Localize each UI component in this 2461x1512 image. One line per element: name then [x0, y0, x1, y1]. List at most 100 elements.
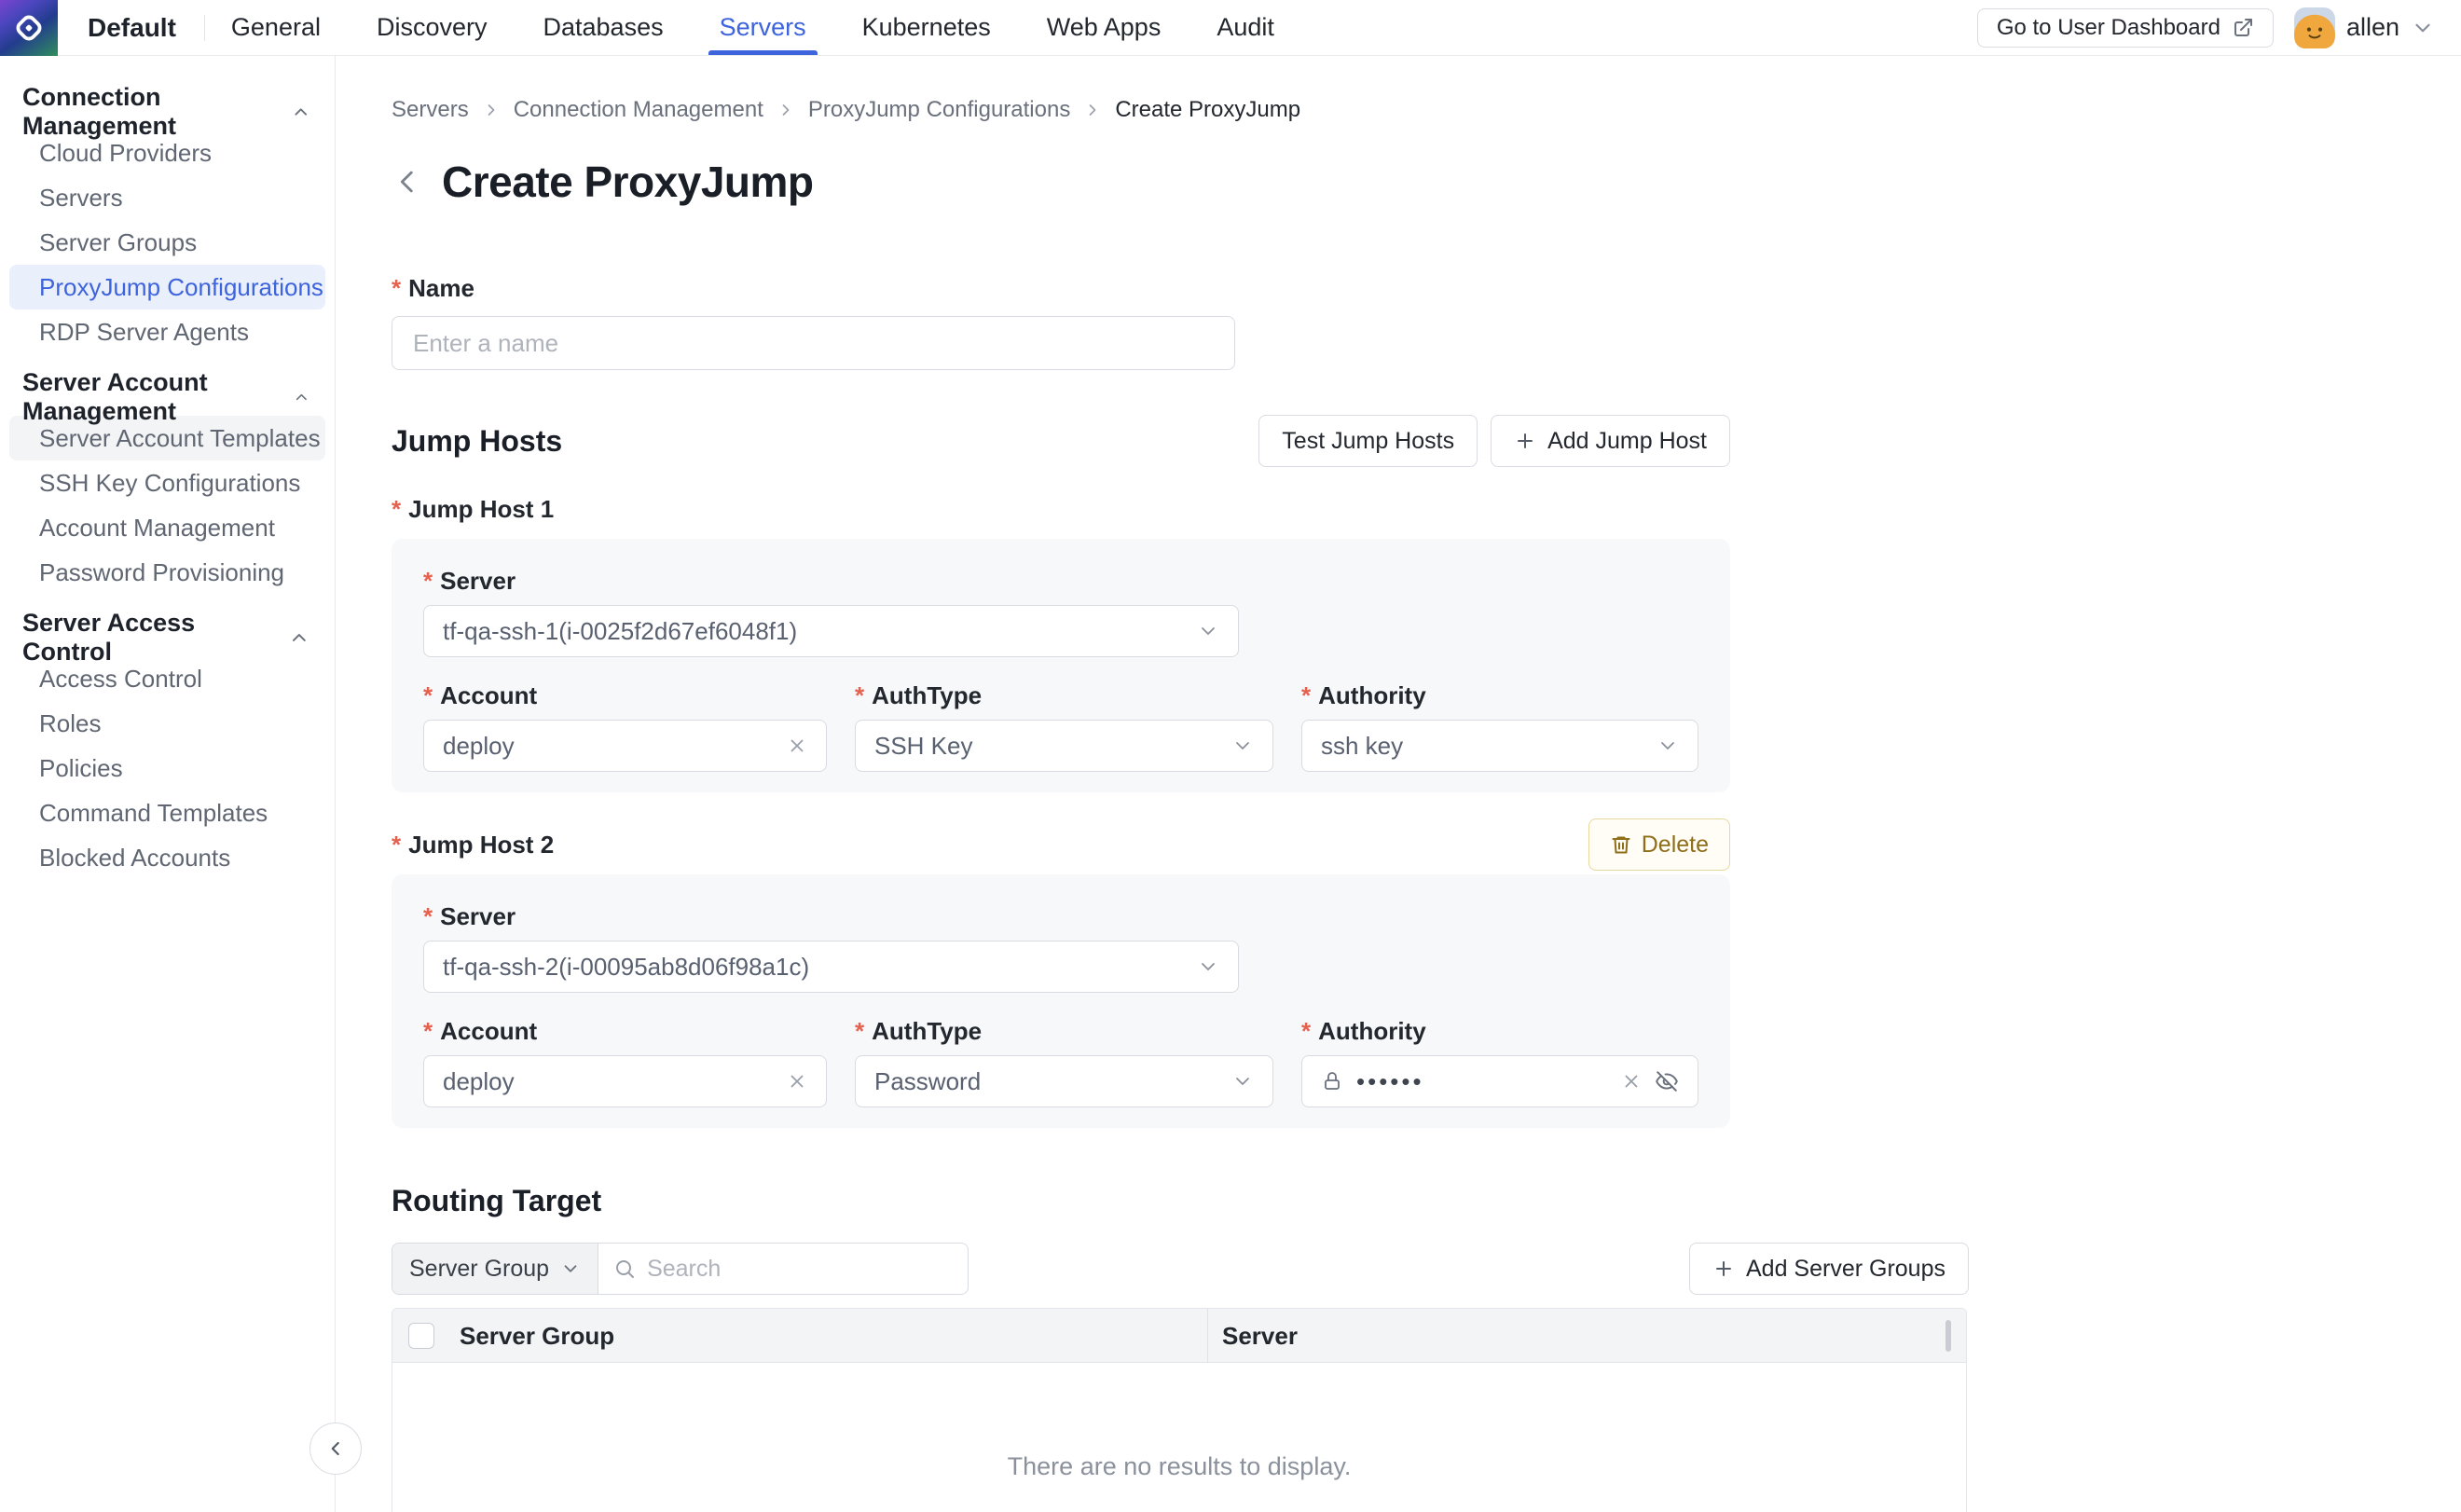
- chevron-right-icon: [482, 101, 501, 119]
- delete-jump-host-2-button[interactable]: Delete: [1588, 818, 1730, 871]
- required-marker: *: [423, 902, 433, 931]
- nav-item-kubernetes[interactable]: Kubernetes: [862, 0, 991, 55]
- jump-host-2-fields: * Account deploy * AuthType: [423, 1017, 1698, 1107]
- required-marker: *: [855, 681, 864, 710]
- name-input[interactable]: [392, 316, 1235, 370]
- column-header-server: Server: [1222, 1309, 1298, 1363]
- chevron-down-icon: [560, 1258, 581, 1279]
- x-icon: [787, 1071, 807, 1092]
- org-switcher[interactable]: Default: [88, 13, 176, 43]
- back-button[interactable]: [392, 166, 423, 198]
- clear-account-button[interactable]: [787, 1071, 807, 1092]
- add-server-groups-button[interactable]: Add Server Groups: [1689, 1243, 1969, 1295]
- x-icon: [1621, 1071, 1642, 1092]
- authority-password-input[interactable]: ••••••: [1301, 1055, 1698, 1107]
- routing-search-combo: Server Group: [392, 1243, 969, 1295]
- search-box: [598, 1244, 968, 1294]
- sidebar-header-server-account-management[interactable]: Server Account Management: [0, 378, 335, 416]
- jump-hosts-heading: Jump Hosts: [392, 424, 562, 459]
- server-select-value: tf-qa-ssh-1(i-0025f2d67ef6048f1): [443, 617, 1197, 646]
- required-marker: *: [1301, 1017, 1311, 1046]
- sidebar-section-title: Connection Management: [22, 83, 291, 141]
- sidebar-item-proxyjump-configurations[interactable]: ProxyJump Configurations: [9, 265, 325, 309]
- clear-account-button[interactable]: [787, 735, 807, 756]
- authtype-select[interactable]: SSH Key: [855, 720, 1273, 772]
- breadcrumb-servers[interactable]: Servers: [392, 97, 469, 123]
- user-avatar: [2294, 7, 2335, 48]
- sidebar-item-roles[interactable]: Roles: [9, 701, 325, 746]
- external-link-icon: [2232, 17, 2254, 39]
- sidebar-item-command-templates[interactable]: Command Templates: [9, 790, 325, 835]
- chevron-right-icon: [1083, 101, 1102, 119]
- jump-host-1-label: * Jump Host 1: [392, 495, 554, 524]
- chevron-down-icon: [1231, 1070, 1254, 1093]
- trash-icon: [1610, 833, 1632, 856]
- sidebar-item-policies[interactable]: Policies: [9, 746, 325, 790]
- sidebar-item-servers[interactable]: Servers: [9, 175, 325, 220]
- select-all-checkbox[interactable]: [408, 1323, 434, 1349]
- authority-label-text: Authority: [1318, 681, 1426, 710]
- jump-host-1-label-row: * Jump Host 1: [392, 495, 1730, 524]
- add-jump-host-button[interactable]: Add Jump Host: [1491, 415, 1730, 467]
- primary-nav: General Discovery Databases Servers Kube…: [231, 0, 1274, 55]
- test-jump-hosts-button[interactable]: Test Jump Hosts: [1258, 415, 1478, 467]
- breadcrumb-proxyjump-configurations[interactable]: ProxyJump Configurations: [808, 97, 1070, 123]
- account-label-text: Account: [440, 1017, 537, 1046]
- server-select[interactable]: tf-qa-ssh-2(i-00095ab8d06f98a1c): [423, 941, 1239, 993]
- sidebar-item-server-groups[interactable]: Server Groups: [9, 220, 325, 265]
- password-value: ••••••: [1356, 1067, 1608, 1096]
- app-logo[interactable]: [0, 0, 58, 56]
- username-label: allen: [2346, 13, 2399, 42]
- routing-search-input[interactable]: [647, 1256, 953, 1283]
- sidebar: Connection Management Cloud Providers Se…: [0, 56, 336, 1512]
- eye-slash-icon: [1655, 1069, 1679, 1093]
- account-input[interactable]: deploy: [423, 720, 827, 772]
- authority-select[interactable]: ssh key: [1301, 720, 1698, 772]
- sidebar-item-account-management[interactable]: Account Management: [9, 505, 325, 550]
- sidebar-header-server-access-control[interactable]: Server Access Control: [0, 619, 335, 656]
- sidebar-item-password-provisioning[interactable]: Password Provisioning: [9, 550, 325, 595]
- account-field-label: * Account: [423, 1017, 827, 1046]
- authtype-field: * AuthType SSH Key: [855, 681, 1273, 772]
- server-select[interactable]: tf-qa-ssh-1(i-0025f2d67ef6048f1): [423, 605, 1239, 657]
- sidebar-collapse-button[interactable]: [309, 1423, 362, 1475]
- sidebar-item-rdp-server-agents[interactable]: RDP Server Agents: [9, 309, 325, 354]
- routing-target-heading: Routing Target: [392, 1184, 2461, 1218]
- nav-item-web-apps[interactable]: Web Apps: [1047, 0, 1162, 55]
- sidebar-section-server-access-control: Server Access Control Access Control Rol…: [0, 619, 335, 880]
- filter-field-select[interactable]: Server Group: [392, 1244, 598, 1294]
- routing-target-table: Server Group Server There are no results…: [392, 1308, 1967, 1512]
- authority-field: * Authority ssh key: [1301, 681, 1698, 772]
- chevron-right-icon: [777, 101, 795, 119]
- jump-hosts-actions: Test Jump Hosts Add Jump Host: [1258, 415, 1730, 467]
- nav-item-servers[interactable]: Servers: [720, 0, 806, 55]
- table-scrollbar-thumb[interactable]: [1945, 1320, 1951, 1352]
- page-title: Create ProxyJump: [442, 157, 814, 207]
- account-input[interactable]: deploy: [423, 1055, 827, 1107]
- sidebar-item-ssh-key-configurations[interactable]: SSH Key Configurations: [9, 460, 325, 505]
- sidebar-section-server-account-management: Server Account Management Server Account…: [0, 378, 335, 595]
- jump-host-2-label-row: * Jump Host 2 Delete: [392, 818, 1730, 871]
- user-menu[interactable]: allen: [2294, 7, 2435, 48]
- jump-host-1-fields: * Account deploy * AuthType: [423, 681, 1698, 772]
- authtype-select[interactable]: Password: [855, 1055, 1273, 1107]
- authtype-value: SSH Key: [874, 732, 1231, 761]
- nav-item-audit[interactable]: Audit: [1217, 0, 1274, 55]
- clear-password-button[interactable]: [1621, 1071, 1642, 1092]
- chevron-down-icon: [1197, 620, 1219, 642]
- chevron-down-icon: [1657, 735, 1679, 757]
- routing-filter-row: Server Group Add Server Groups: [392, 1243, 1969, 1295]
- breadcrumb-connection-management[interactable]: Connection Management: [514, 97, 763, 123]
- required-marker: *: [392, 831, 401, 859]
- page-title-row: Create ProxyJump: [392, 157, 2461, 207]
- required-marker: *: [392, 274, 401, 303]
- authority-value: ssh key: [1321, 732, 1657, 761]
- nav-item-databases[interactable]: Databases: [543, 0, 664, 55]
- toggle-password-visibility-button[interactable]: [1655, 1069, 1679, 1093]
- authority-field-label: * Authority: [1301, 681, 1698, 710]
- nav-item-general[interactable]: General: [231, 0, 321, 55]
- nav-item-discovery[interactable]: Discovery: [377, 0, 488, 55]
- go-to-user-dashboard-button[interactable]: Go to User Dashboard: [1977, 8, 2274, 48]
- sidebar-item-blocked-accounts[interactable]: Blocked Accounts: [9, 835, 325, 880]
- sidebar-header-connection-management[interactable]: Connection Management: [0, 93, 335, 131]
